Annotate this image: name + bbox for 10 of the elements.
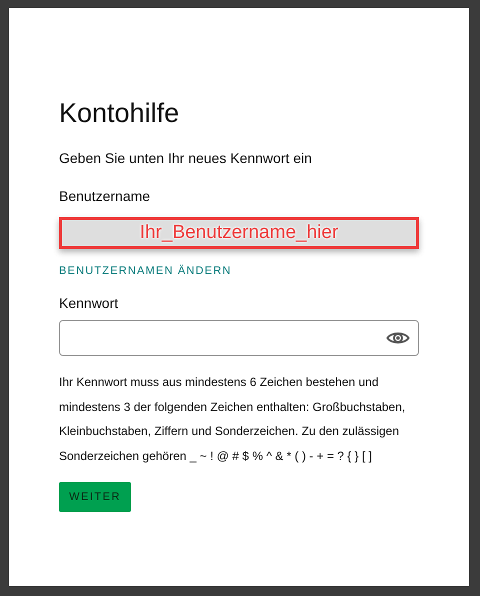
instruction-text: Geben Sie unten Ihr neues Kennwort ein: [59, 150, 312, 166]
eye-icon[interactable]: [386, 330, 410, 346]
username-label: Benutzername: [59, 188, 150, 204]
page-title: Kontohilfe: [59, 98, 180, 129]
password-label: Kennwort: [59, 295, 118, 311]
change-username-link[interactable]: BENUTZERNAMEN ÄNDERN: [59, 265, 232, 277]
password-field[interactable]: [59, 320, 419, 356]
password-rules-text: Ihr Kennwort muss aus mindestens 6 Zeichen bestehen und mindestens 3 der folgenden Zeichen enthalten: Großbuchstaben, Kleinbuchstaben, Ziffern und Sonderzeichen. Zu den zulässigen Sonderzeichen gehören _ ~ ! @ # $ % ^ & * ( ) - + = ? { } [ ]: [59, 374, 406, 464]
username-field: Ihr_Benutzername_hier: [59, 217, 419, 249]
continue-button[interactable]: WEITER: [59, 482, 131, 512]
